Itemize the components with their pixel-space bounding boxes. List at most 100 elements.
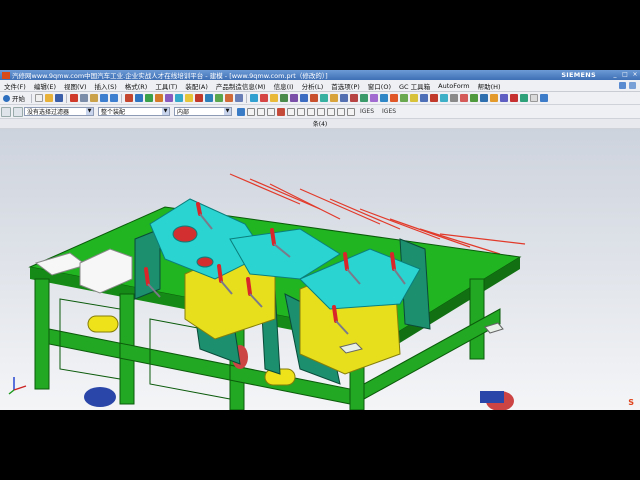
- tool-icon[interactable]: [320, 94, 328, 102]
- menu-format[interactable]: 格式(R): [121, 81, 152, 91]
- type-filter-value: 没有选择过滤器: [27, 109, 70, 116]
- toolbar-separator: [31, 93, 32, 103]
- select-icon[interactable]: [237, 107, 245, 116]
- tool-icon[interactable]: [490, 94, 498, 102]
- tool-icon[interactable]: [530, 94, 538, 102]
- menu-icon[interactable]: [13, 106, 23, 117]
- tool-icon[interactable]: [175, 94, 183, 102]
- undo-icon[interactable]: [100, 94, 108, 102]
- tool-icon[interactable]: [500, 94, 508, 102]
- menu-pmi[interactable]: 产品制造信息(M): [212, 81, 270, 91]
- tool-icon[interactable]: [185, 94, 193, 102]
- rotate-icon[interactable]: [145, 94, 153, 102]
- maximize-button[interactable]: □: [620, 71, 630, 79]
- menu-gc-toolkit[interactable]: GC 工具箱: [395, 81, 434, 91]
- redo-icon[interactable]: [110, 94, 118, 102]
- tool-icon[interactable]: [280, 94, 288, 102]
- fit-view-icon[interactable]: [125, 94, 133, 102]
- iges-label-1[interactable]: IGES: [360, 108, 374, 115]
- tool-icon[interactable]: [400, 94, 408, 102]
- minimize-button[interactable]: _: [610, 71, 620, 79]
- tool-icon[interactable]: [420, 94, 428, 102]
- tool-icon[interactable]: [380, 94, 388, 102]
- tool-icon[interactable]: [225, 94, 233, 102]
- view-name[interactable]: 条(4): [313, 119, 328, 128]
- menu-tools[interactable]: 工具(T): [151, 81, 181, 91]
- cut-icon[interactable]: [70, 94, 78, 102]
- tool-icon[interactable]: [510, 94, 518, 102]
- window-icon[interactable]: [619, 82, 626, 89]
- tool-icon[interactable]: [215, 94, 223, 102]
- tool-icon[interactable]: [270, 94, 278, 102]
- snap-point-icon[interactable]: [327, 107, 335, 116]
- snap-point-icon[interactable]: [277, 107, 285, 116]
- snap-point-icon[interactable]: [337, 107, 345, 116]
- tool-icon[interactable]: [470, 94, 478, 102]
- tool-icon[interactable]: [410, 94, 418, 102]
- snap-point-icon[interactable]: [307, 107, 315, 116]
- menu-insert[interactable]: 插入(S): [91, 81, 121, 91]
- paste-icon[interactable]: [90, 94, 98, 102]
- snap-point-icon[interactable]: [267, 107, 275, 116]
- type-filter-select[interactable]: 没有选择过滤器 ▼: [24, 107, 94, 116]
- open-icon[interactable]: [45, 94, 53, 102]
- menu-help[interactable]: 帮助(H): [474, 81, 505, 91]
- pan-icon[interactable]: [155, 94, 163, 102]
- snap-point-icon[interactable]: [247, 107, 255, 116]
- tool-icon[interactable]: [440, 94, 448, 102]
- iges-label-2[interactable]: IGES: [382, 108, 396, 115]
- tool-icon[interactable]: [235, 94, 243, 102]
- start-label: 开始: [12, 95, 25, 103]
- tool-icon[interactable]: [450, 94, 458, 102]
- save-icon[interactable]: [55, 94, 63, 102]
- snap-point-icon[interactable]: [297, 107, 305, 116]
- start-gear-icon: [3, 94, 10, 102]
- scope-select[interactable]: 整个装配 ▼: [98, 107, 170, 116]
- help-icon[interactable]: [540, 94, 548, 102]
- title-bar: 汽修网www.9qmw.com中国汽车工业.企业实战人才在线培训平台 - 建模 …: [0, 70, 640, 80]
- menu-autoform[interactable]: AutoForm: [434, 82, 473, 90]
- close-button[interactable]: ×: [630, 71, 640, 79]
- tool-icon[interactable]: [205, 94, 213, 102]
- menu-file[interactable]: 文件(F): [0, 81, 30, 91]
- zoom-icon[interactable]: [135, 94, 143, 102]
- tool-icon[interactable]: [430, 94, 438, 102]
- tool-icon[interactable]: [340, 94, 348, 102]
- tool-icon[interactable]: [350, 94, 358, 102]
- tool-icon[interactable]: [290, 94, 298, 102]
- menu-icon[interactable]: [1, 106, 11, 117]
- view-tab-bar: 条(4): [0, 119, 640, 129]
- graphics-viewport[interactable]: S: [0, 129, 640, 410]
- tool-icon[interactable]: [460, 94, 468, 102]
- snap-point-icon[interactable]: [317, 107, 325, 116]
- tool-icon[interactable]: [370, 94, 378, 102]
- menu-window[interactable]: 窗口(O): [364, 81, 395, 91]
- tool-icon[interactable]: [195, 94, 203, 102]
- snap-point-icon[interactable]: [287, 107, 295, 116]
- menu-info[interactable]: 信息(I): [270, 81, 298, 91]
- standard-toolbar: 开始: [0, 92, 640, 105]
- start-button[interactable]: 开始: [0, 93, 29, 103]
- tool-icon[interactable]: [360, 94, 368, 102]
- selection-toolbar: 没有选择过滤器 ▼ 整个装配 ▼ 内部 ▼ IGES IGES: [0, 105, 640, 119]
- menu-analysis[interactable]: 分析(L): [298, 81, 328, 91]
- copy-icon[interactable]: [80, 94, 88, 102]
- tool-icon[interactable]: [310, 94, 318, 102]
- tool-icon[interactable]: [520, 94, 528, 102]
- tool-icon[interactable]: [260, 94, 268, 102]
- menu-view[interactable]: 视图(V): [60, 81, 91, 91]
- tool-icon[interactable]: [300, 94, 308, 102]
- menu-assembly[interactable]: 装配(A): [181, 81, 212, 91]
- tool-icon[interactable]: [165, 94, 173, 102]
- restore-icon[interactable]: [629, 82, 636, 89]
- new-file-icon[interactable]: [35, 94, 43, 102]
- tool-icon[interactable]: [390, 94, 398, 102]
- snap-point-icon[interactable]: [347, 107, 355, 116]
- tool-icon[interactable]: [330, 94, 338, 102]
- menu-preferences[interactable]: 首选项(P): [327, 81, 364, 91]
- snap-point-icon[interactable]: [257, 107, 265, 116]
- menu-edit[interactable]: 编辑(E): [30, 81, 60, 91]
- tool-icon[interactable]: [250, 94, 258, 102]
- tool-icon[interactable]: [480, 94, 488, 102]
- location-select[interactable]: 内部 ▼: [174, 107, 232, 116]
